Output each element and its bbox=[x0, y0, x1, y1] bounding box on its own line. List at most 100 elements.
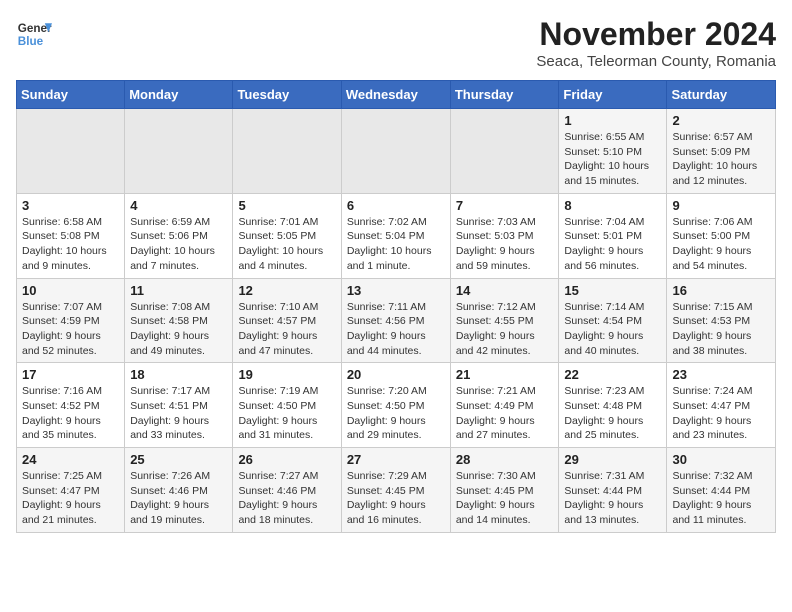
day-info: Sunrise: 7:02 AM Sunset: 5:04 PM Dayligh… bbox=[347, 215, 445, 274]
header-friday: Friday bbox=[559, 81, 667, 109]
day-info: Sunrise: 7:15 AM Sunset: 4:53 PM Dayligh… bbox=[672, 300, 770, 359]
day-info: Sunrise: 7:17 AM Sunset: 4:51 PM Dayligh… bbox=[130, 384, 227, 443]
day-number: 3 bbox=[22, 198, 119, 213]
calendar-cell: 25 Sunrise: 7:26 AM Sunset: 4:46 PM Dayli… bbox=[125, 448, 233, 533]
day-number: 4 bbox=[130, 198, 227, 213]
calendar-cell: 28 Sunrise: 7:30 AM Sunset: 4:45 PM Dayli… bbox=[450, 448, 559, 533]
day-info: Sunrise: 6:58 AM Sunset: 5:08 PM Dayligh… bbox=[22, 215, 119, 274]
calendar-cell: 11 Sunrise: 7:08 AM Sunset: 4:58 PM Dayli… bbox=[125, 278, 233, 363]
week-row-1: 3 Sunrise: 6:58 AM Sunset: 5:08 PM Daylig… bbox=[17, 193, 776, 278]
day-info: Sunrise: 7:20 AM Sunset: 4:50 PM Dayligh… bbox=[347, 384, 445, 443]
day-number: 23 bbox=[672, 367, 770, 382]
calendar-cell: 20 Sunrise: 7:20 AM Sunset: 4:50 PM Dayli… bbox=[341, 363, 450, 448]
day-number: 30 bbox=[672, 452, 770, 467]
calendar-cell bbox=[450, 109, 559, 194]
title-area: November 2024 Seaca, Teleorman County, R… bbox=[536, 16, 776, 70]
calendar-cell bbox=[341, 109, 450, 194]
day-number: 12 bbox=[238, 283, 335, 298]
calendar-cell: 15Sunrise: 7:14 AM Sunset: 4:54 PM Dayli… bbox=[559, 278, 667, 363]
calendar-cell bbox=[125, 109, 233, 194]
day-info: Sunrise: 7:14 AM Sunset: 4:54 PM Dayligh… bbox=[564, 300, 661, 359]
day-info: Sunrise: 7:12 AM Sunset: 4:55 PM Dayligh… bbox=[456, 300, 554, 359]
day-number: 7 bbox=[456, 198, 554, 213]
day-number: 17 bbox=[22, 367, 119, 382]
header-thursday: Thursday bbox=[450, 81, 559, 109]
day-number: 8 bbox=[564, 198, 661, 213]
day-info: Sunrise: 7:32 AM Sunset: 4:44 PM Dayligh… bbox=[672, 469, 770, 528]
calendar-cell: 16 Sunrise: 7:15 AM Sunset: 4:53 PM Dayli… bbox=[667, 278, 776, 363]
day-info: Sunrise: 7:31 AM Sunset: 4:44 PM Dayligh… bbox=[564, 469, 661, 528]
header: General Blue November 2024 Seaca, Teleor… bbox=[16, 16, 776, 70]
calendar-cell: 24 Sunrise: 7:25 AM Sunset: 4:47 PM Dayli… bbox=[17, 448, 125, 533]
day-number: 14 bbox=[456, 283, 554, 298]
day-info: Sunrise: 7:25 AM Sunset: 4:47 PM Dayligh… bbox=[22, 469, 119, 528]
calendar-cell: 27Sunrise: 7:29 AM Sunset: 4:45 PM Dayli… bbox=[341, 448, 450, 533]
day-info: Sunrise: 7:16 AM Sunset: 4:52 PM Dayligh… bbox=[22, 384, 119, 443]
day-info: Sunrise: 7:07 AM Sunset: 4:59 PM Dayligh… bbox=[22, 300, 119, 359]
day-info: Sunrise: 7:08 AM Sunset: 4:58 PM Dayligh… bbox=[130, 300, 227, 359]
day-info: Sunrise: 6:57 AM Sunset: 5:09 PM Dayligh… bbox=[672, 130, 770, 189]
calendar-cell: 18Sunrise: 7:17 AM Sunset: 4:51 PM Dayli… bbox=[125, 363, 233, 448]
calendar-cell: 19 Sunrise: 7:19 AM Sunset: 4:50 PM Dayli… bbox=[233, 363, 341, 448]
day-info: Sunrise: 7:21 AM Sunset: 4:49 PM Dayligh… bbox=[456, 384, 554, 443]
day-number: 19 bbox=[238, 367, 335, 382]
week-row-3: 17 Sunrise: 7:16 AM Sunset: 4:52 PM Dayli… bbox=[17, 363, 776, 448]
day-info: Sunrise: 7:01 AM Sunset: 5:05 PM Dayligh… bbox=[238, 215, 335, 274]
day-number: 28 bbox=[456, 452, 554, 467]
calendar-cell: 30 Sunrise: 7:32 AM Sunset: 4:44 PM Dayli… bbox=[667, 448, 776, 533]
calendar-cell: 23 Sunrise: 7:24 AM Sunset: 4:47 PM Dayli… bbox=[667, 363, 776, 448]
week-row-4: 24 Sunrise: 7:25 AM Sunset: 4:47 PM Dayli… bbox=[17, 448, 776, 533]
calendar-header: SundayMondayTuesdayWednesdayThursdayFrid… bbox=[17, 81, 776, 109]
day-info: Sunrise: 6:59 AM Sunset: 5:06 PM Dayligh… bbox=[130, 215, 227, 274]
day-info: Sunrise: 6:55 AM Sunset: 5:10 PM Dayligh… bbox=[564, 130, 661, 189]
logo-icon: General Blue bbox=[16, 16, 52, 52]
calendar-cell: 13Sunrise: 7:11 AM Sunset: 4:56 PM Dayli… bbox=[341, 278, 450, 363]
calendar-cell: 3 Sunrise: 6:58 AM Sunset: 5:08 PM Daylig… bbox=[17, 193, 125, 278]
calendar-cell: 2 Sunrise: 6:57 AM Sunset: 5:09 PM Daylig… bbox=[667, 109, 776, 194]
calendar-cell: 7 Sunrise: 7:03 AM Sunset: 5:03 PM Daylig… bbox=[450, 193, 559, 278]
day-info: Sunrise: 7:03 AM Sunset: 5:03 PM Dayligh… bbox=[456, 215, 554, 274]
day-info: Sunrise: 7:26 AM Sunset: 4:46 PM Dayligh… bbox=[130, 469, 227, 528]
day-number: 21 bbox=[456, 367, 554, 382]
day-info: Sunrise: 7:24 AM Sunset: 4:47 PM Dayligh… bbox=[672, 384, 770, 443]
header-sunday: Sunday bbox=[17, 81, 125, 109]
calendar-cell: 4 Sunrise: 6:59 AM Sunset: 5:06 PM Daylig… bbox=[125, 193, 233, 278]
day-number: 9 bbox=[672, 198, 770, 213]
header-monday: Monday bbox=[125, 81, 233, 109]
calendar-cell: 29Sunrise: 7:31 AM Sunset: 4:44 PM Dayli… bbox=[559, 448, 667, 533]
calendar-cell: 8 Sunrise: 7:04 AM Sunset: 5:01 PM Daylig… bbox=[559, 193, 667, 278]
day-info: Sunrise: 7:19 AM Sunset: 4:50 PM Dayligh… bbox=[238, 384, 335, 443]
calendar-cell: 10Sunrise: 7:07 AM Sunset: 4:59 PM Dayli… bbox=[17, 278, 125, 363]
day-number: 25 bbox=[130, 452, 227, 467]
day-number: 24 bbox=[22, 452, 119, 467]
day-info: Sunrise: 7:23 AM Sunset: 4:48 PM Dayligh… bbox=[564, 384, 661, 443]
day-number: 20 bbox=[347, 367, 445, 382]
header-tuesday: Tuesday bbox=[233, 81, 341, 109]
page-subtitle: Seaca, Teleorman County, Romania bbox=[536, 53, 776, 70]
header-wednesday: Wednesday bbox=[341, 81, 450, 109]
calendar-cell: 26Sunrise: 7:27 AM Sunset: 4:46 PM Dayli… bbox=[233, 448, 341, 533]
day-number: 27 bbox=[347, 452, 445, 467]
calendar-cell: 12 Sunrise: 7:10 AM Sunset: 4:57 PM Dayli… bbox=[233, 278, 341, 363]
day-info: Sunrise: 7:11 AM Sunset: 4:56 PM Dayligh… bbox=[347, 300, 445, 359]
day-number: 22 bbox=[564, 367, 661, 382]
calendar-cell: 17 Sunrise: 7:16 AM Sunset: 4:52 PM Dayli… bbox=[17, 363, 125, 448]
calendar-cell: 5 Sunrise: 7:01 AM Sunset: 5:05 PM Daylig… bbox=[233, 193, 341, 278]
week-row-0: 1 Sunrise: 6:55 AM Sunset: 5:10 PM Daylig… bbox=[17, 109, 776, 194]
calendar-cell bbox=[17, 109, 125, 194]
calendar: SundayMondayTuesdayWednesdayThursdayFrid… bbox=[16, 80, 776, 533]
day-info: Sunrise: 7:27 AM Sunset: 4:46 PM Dayligh… bbox=[238, 469, 335, 528]
calendar-cell: 6Sunrise: 7:02 AM Sunset: 5:04 PM Daylig… bbox=[341, 193, 450, 278]
week-row-2: 10Sunrise: 7:07 AM Sunset: 4:59 PM Dayli… bbox=[17, 278, 776, 363]
day-number: 2 bbox=[672, 113, 770, 128]
day-info: Sunrise: 7:30 AM Sunset: 4:45 PM Dayligh… bbox=[456, 469, 554, 528]
day-number: 16 bbox=[672, 283, 770, 298]
day-number: 11 bbox=[130, 283, 227, 298]
day-number: 5 bbox=[238, 198, 335, 213]
day-info: Sunrise: 7:04 AM Sunset: 5:01 PM Dayligh… bbox=[564, 215, 661, 274]
day-info: Sunrise: 7:10 AM Sunset: 4:57 PM Dayligh… bbox=[238, 300, 335, 359]
day-number: 1 bbox=[564, 113, 661, 128]
calendar-cell: 22 Sunrise: 7:23 AM Sunset: 4:48 PM Dayli… bbox=[559, 363, 667, 448]
logo: General Blue bbox=[16, 16, 52, 52]
calendar-cell: 21 Sunrise: 7:21 AM Sunset: 4:49 PM Dayli… bbox=[450, 363, 559, 448]
